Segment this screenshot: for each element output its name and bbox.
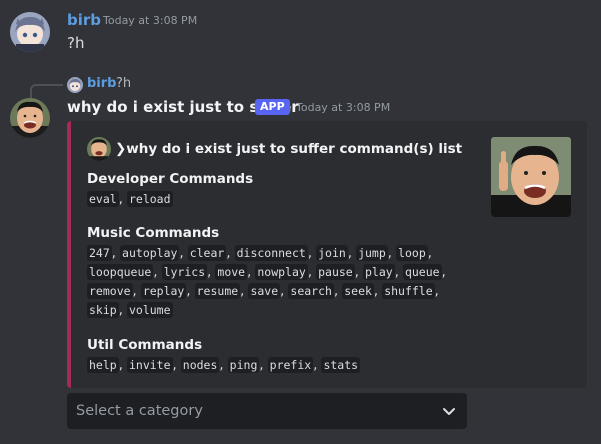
command-code: 247 [87,245,112,261]
command-code: save [248,283,281,299]
command-code: queue [402,264,442,280]
command-code: help [87,357,119,373]
app-badge: APP [255,99,290,115]
message-content: ?h [67,34,85,52]
command-code: eval [87,191,119,207]
select-placeholder: Select a category [76,403,203,419]
command-code: remove [87,283,133,299]
field-value: eval, reload [87,191,173,207]
embed-title: ❯why do i exist just to suffer command(s… [115,141,463,157]
message-timestamp: Today at 3:08 PM [296,101,391,114]
reply-avatar[interactable] [67,77,83,93]
command-code: invite [126,357,173,373]
command-code: clear [187,245,227,261]
bot-avatar[interactable] [10,98,50,138]
user-avatar-birb[interactable] [10,12,50,52]
field-value: help, invite, nodes, ping, prefix, stats [87,357,361,373]
command-code: nowplay [255,264,308,280]
command-code: search [288,283,334,299]
field-name: Util Commands [87,337,203,353]
embed-field-music: Music Commands 247, autoplay, clear, dis… [87,223,467,320]
command-code: stats [321,357,361,373]
command-code: ping [227,357,260,373]
command-code: replay [140,283,187,299]
command-code: join [316,245,348,261]
command-code: move [215,264,248,280]
command-code: nodes [180,357,220,373]
embed-field-developer: Developer Commands eval, reload [87,169,467,209]
field-name: Music Commands [87,225,220,241]
embed-author-icon [87,137,111,161]
reply-preview-text[interactable]: ?h [116,74,131,94]
command-code: jump [356,245,388,261]
embed-field-util: Util Commands help, invite, nodes, ping,… [87,335,467,375]
command-code: skip [87,302,119,318]
command-code: pause [316,264,355,280]
command-code: disconnect [234,245,308,261]
command-code: loop [396,245,428,261]
chevron-down-icon [441,403,457,423]
field-value: 247, autoplay, clear, disconnect, join, … [87,245,446,318]
command-code: seek [342,283,374,299]
command-code: prefix [267,357,314,373]
embed-thumbnail[interactable] [491,137,571,217]
help-embed: ❯why do i exist just to suffer command(s… [67,121,587,388]
message-timestamp: Today at 3:08 PM [103,14,198,27]
category-select-menu[interactable]: Select a category [67,393,467,429]
command-code: lyrics [161,264,208,280]
reply-spine [30,84,63,98]
command-code: shuffle [382,283,435,299]
message-username[interactable]: birb [67,10,101,30]
reply-username[interactable]: birb [87,74,116,94]
command-code: resume [194,283,241,299]
command-code: autoplay [120,245,180,261]
field-name: Developer Commands [87,171,254,187]
command-code: reload [126,191,173,207]
command-code: volume [126,302,173,318]
command-code: play [362,264,395,280]
command-code: loopqueue [87,264,154,280]
